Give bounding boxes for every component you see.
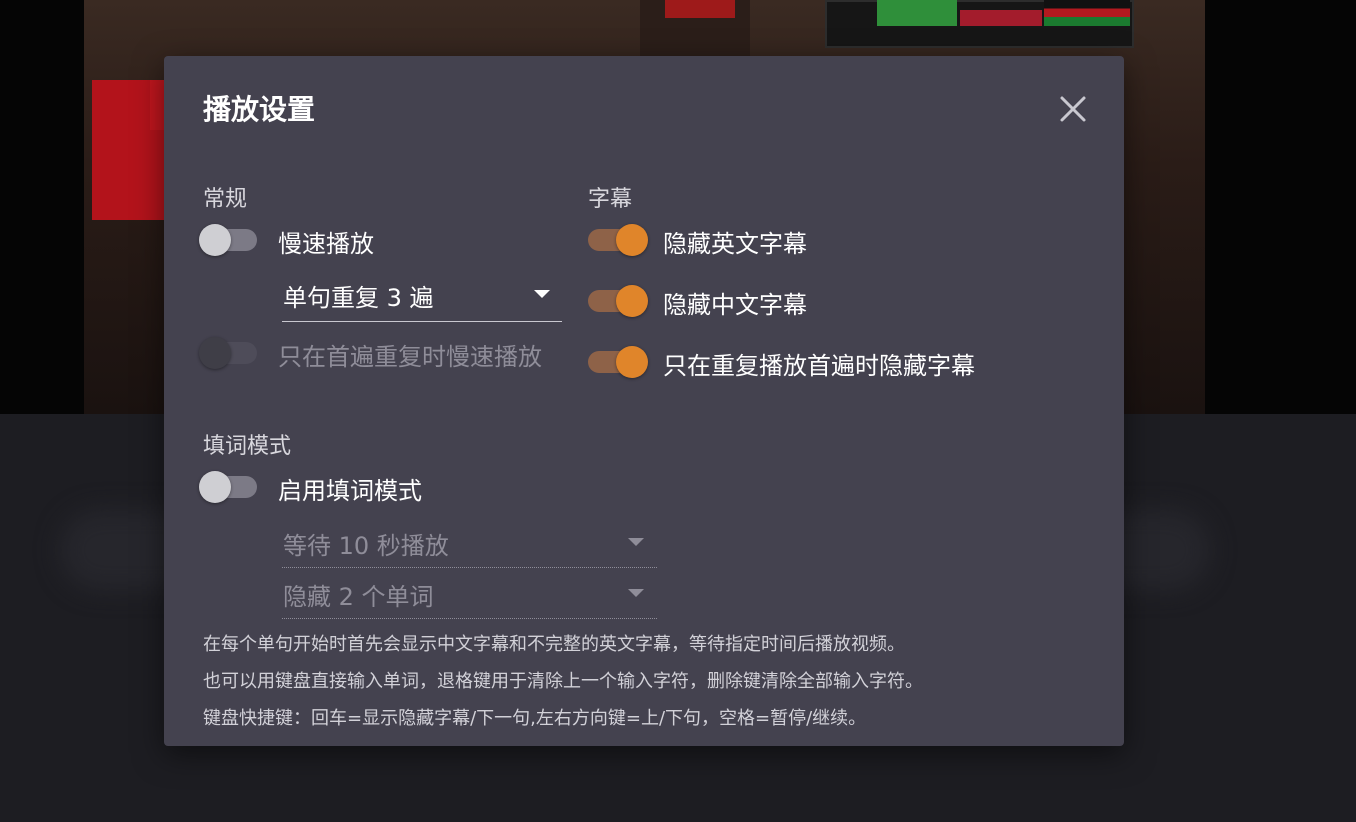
close-icon bbox=[1060, 96, 1086, 122]
section-title-subtitles: 字幕 bbox=[588, 187, 633, 212]
repeat-count-value: 单句重复 3 遍 bbox=[283, 284, 434, 312]
video-flag bbox=[960, 10, 1042, 26]
wait-seconds-select[interactable]: 等待 10 秒播放 bbox=[282, 526, 657, 568]
cloze-help-text: 在每个单句开始时首先会显示中文字幕和不完整的英文字幕，等待指定时间后播放视频。 … bbox=[203, 626, 923, 737]
chevron-down-icon bbox=[628, 589, 644, 597]
section-title-cloze: 填词模式 bbox=[203, 434, 292, 459]
toggle-knob bbox=[199, 471, 231, 503]
hide-first-only-toggle[interactable] bbox=[588, 345, 648, 378]
toggle-knob bbox=[616, 224, 648, 256]
toggle-knob bbox=[616, 346, 648, 378]
section-title-general: 常规 bbox=[203, 187, 248, 212]
hide-chinese-toggle[interactable] bbox=[588, 284, 648, 317]
repeat-count-select[interactable]: 单句重复 3 遍 bbox=[282, 278, 562, 322]
video-speaker-shirt bbox=[665, 0, 735, 18]
hide-words-select[interactable]: 隐藏 2 个单词 bbox=[282, 577, 657, 619]
hide-english-label: 隐藏英文字幕 bbox=[663, 230, 807, 258]
toggle-knob bbox=[199, 337, 231, 369]
slow-first-only-label: 只在首遍重复时慢速播放 bbox=[278, 343, 542, 371]
select-underline bbox=[282, 566, 657, 568]
slow-play-label: 慢速播放 bbox=[278, 230, 374, 258]
slow-play-toggle[interactable] bbox=[199, 223, 259, 256]
cloze-mode-label: 启用填词模式 bbox=[278, 477, 422, 505]
help-line: 也可以用键盘直接输入单词，退格键用于清除上一个输入字符，删除键清除全部输入字符。 bbox=[203, 671, 923, 692]
cloze-mode-toggle[interactable] bbox=[199, 470, 259, 503]
close-button[interactable] bbox=[1056, 92, 1090, 126]
hide-chinese-label: 隐藏中文字幕 bbox=[663, 291, 807, 319]
toggle-knob bbox=[199, 224, 231, 256]
wait-seconds-value: 等待 10 秒播放 bbox=[283, 532, 449, 560]
help-line: 键盘快捷键：回车=显示隐藏字幕/下一句,左右方向键=上/下句，空格=暂停/继续。 bbox=[203, 708, 867, 729]
chevron-down-icon bbox=[534, 290, 550, 298]
toggle-knob bbox=[616, 285, 648, 317]
slow-first-only-toggle[interactable] bbox=[199, 336, 259, 369]
hide-words-value: 隐藏 2 个单词 bbox=[283, 583, 434, 611]
hide-english-toggle[interactable] bbox=[588, 223, 648, 256]
select-underline bbox=[282, 617, 657, 619]
dialog-title: 播放设置 bbox=[203, 93, 316, 126]
hide-first-only-label: 只在重复播放首遍时隐藏字幕 bbox=[663, 352, 975, 380]
help-line: 在每个单句开始时首先会显示中文字幕和不完整的英文字幕，等待指定时间后播放视频。 bbox=[203, 634, 905, 655]
chevron-down-icon bbox=[628, 538, 644, 546]
video-flag bbox=[877, 0, 957, 26]
select-underline bbox=[282, 321, 562, 322]
playback-settings-dialog: 播放设置 常规 慢速播放 单句重复 3 遍 只在首遍重复时慢速播放 字幕 隐藏英… bbox=[164, 56, 1124, 746]
video-flag bbox=[1044, 0, 1130, 26]
